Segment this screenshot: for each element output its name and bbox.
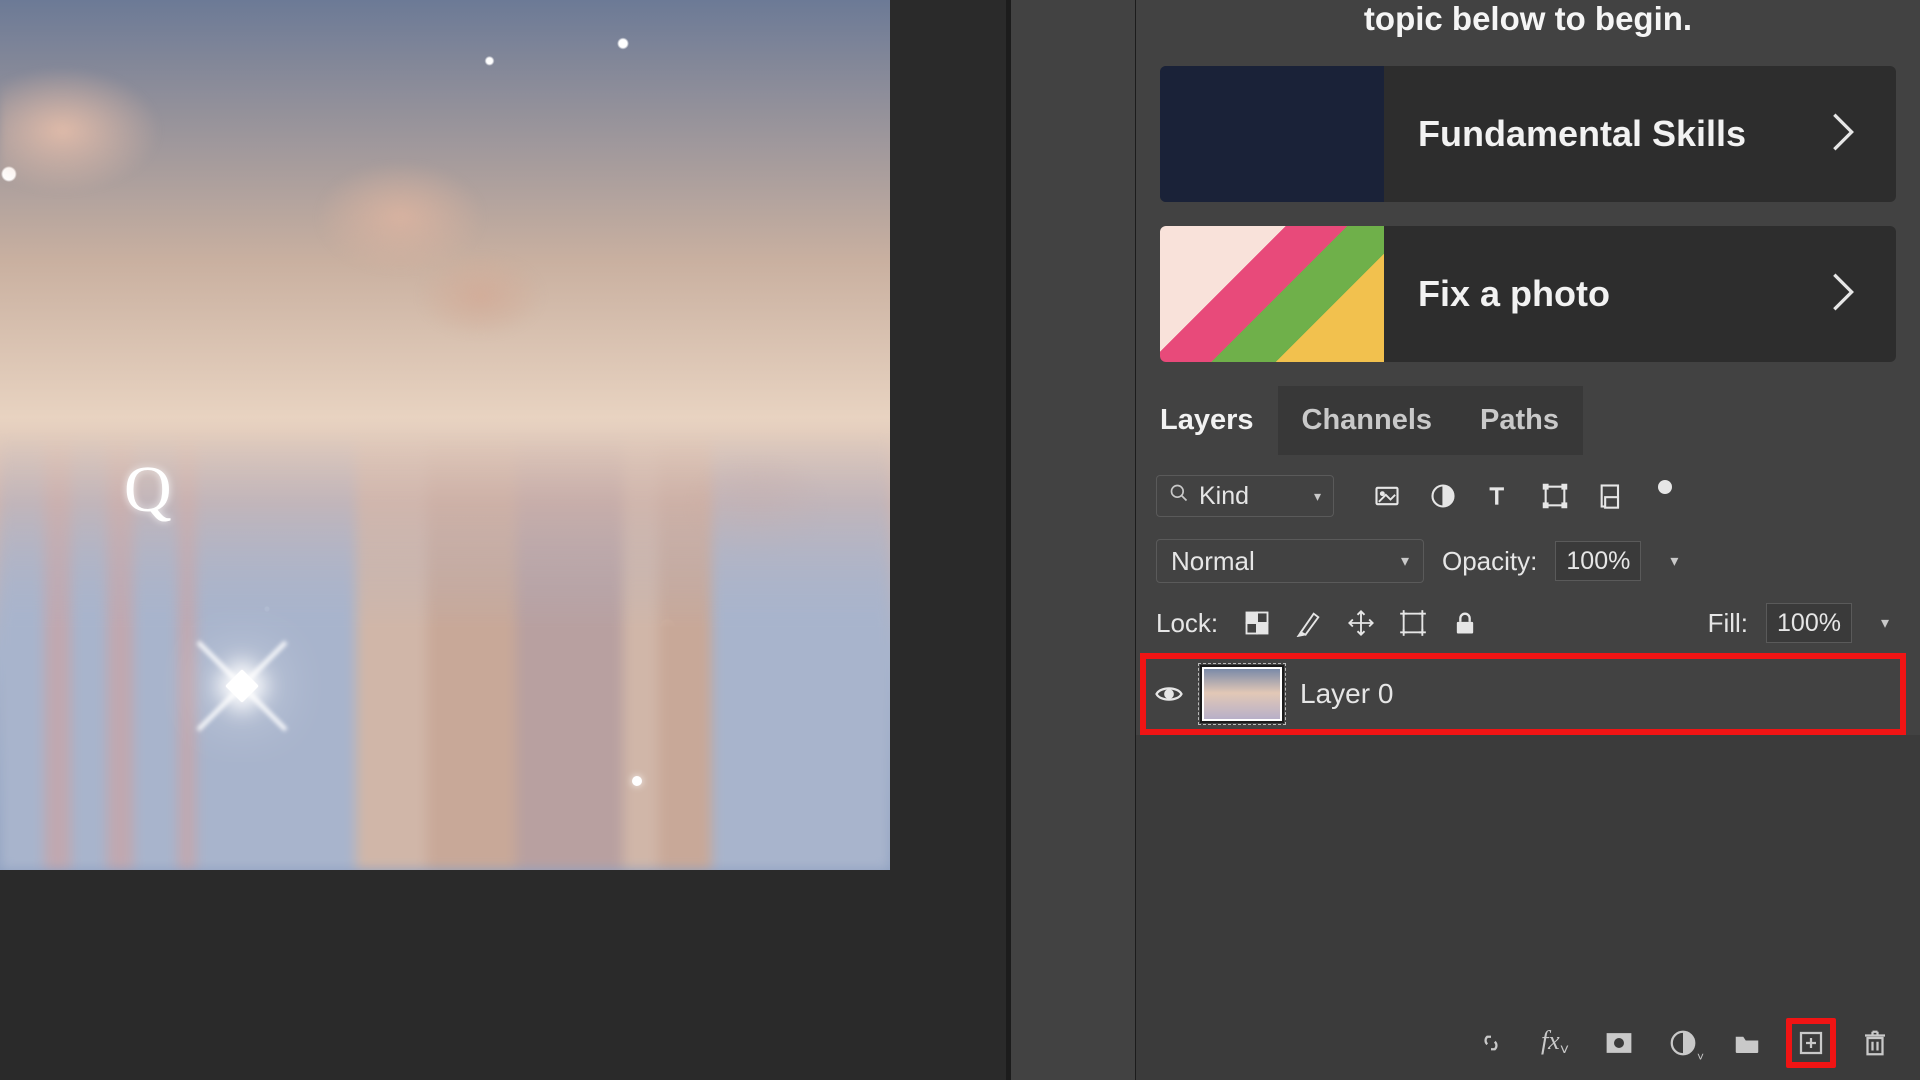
tutorial-card-label: Fundamental Skills xyxy=(1384,113,1790,155)
layer-thumbnail[interactable] xyxy=(1202,667,1282,721)
filter-adjustment-icon[interactable] xyxy=(1428,481,1458,511)
lock-label: Lock: xyxy=(1156,608,1218,639)
layers-bottom-bar: fx˅ ˅ xyxy=(1136,1012,1920,1080)
lock-artboard-icon[interactable] xyxy=(1398,608,1428,638)
layer-name[interactable]: Layer 0 xyxy=(1300,678,1393,710)
bokeh-dot xyxy=(632,776,642,786)
filter-indicator-dot xyxy=(1658,480,1672,494)
link-layers-icon[interactable] xyxy=(1474,1026,1508,1060)
filter-shape-icon[interactable] xyxy=(1540,481,1570,511)
tutorial-thumb xyxy=(1160,66,1384,202)
lock-pixels-icon[interactable] xyxy=(1294,608,1324,638)
new-layer-icon[interactable] xyxy=(1794,1026,1828,1060)
blend-mode-row: Normal ▾ Opacity: 100% ▾ xyxy=(1136,529,1920,593)
fill-label: Fill: xyxy=(1708,608,1748,639)
tutorial-card-fix-photo[interactable]: Fix a photo xyxy=(1160,226,1896,362)
app-root: Q topic below to begin. Fundamental Skil… xyxy=(0,0,1920,1080)
panel-tabs: Layers Channels Paths xyxy=(1136,386,1920,455)
layer-list: Layer 0 xyxy=(1136,653,1920,735)
filter-smartobject-icon[interactable] xyxy=(1596,481,1626,511)
tutorial-thumb xyxy=(1160,226,1384,362)
add-mask-icon[interactable] xyxy=(1602,1026,1636,1060)
blend-mode-select[interactable]: Normal ▾ xyxy=(1156,539,1424,583)
sparkle-icon xyxy=(225,669,259,703)
chevron-right-icon xyxy=(1790,110,1896,159)
layer-filter-row: Kind ▾ T xyxy=(1136,455,1920,529)
annotation-highlight-newlayer xyxy=(1786,1018,1836,1068)
panel-divider xyxy=(1006,0,1010,1080)
opacity-label: Opacity: xyxy=(1442,546,1537,577)
right-panel: topic below to begin. Fundamental Skills… xyxy=(1136,0,1920,1080)
tutorial-card-fundamental[interactable]: Fundamental Skills xyxy=(1160,66,1896,202)
chevron-down-icon[interactable]: ▾ xyxy=(1870,613,1900,633)
delete-layer-icon[interactable] xyxy=(1858,1026,1892,1060)
visibility-eye-icon[interactable] xyxy=(1154,679,1184,709)
layers-empty-area[interactable] xyxy=(1136,735,1920,1012)
chevron-right-icon xyxy=(1790,270,1896,319)
filter-type-icon[interactable]: T xyxy=(1484,481,1514,511)
new-group-icon[interactable] xyxy=(1730,1026,1764,1060)
lock-row: Lock: Fill: 100% ▾ xyxy=(1136,593,1920,653)
filter-kind-select[interactable]: Kind ▾ xyxy=(1156,475,1334,517)
lock-transparent-icon[interactable] xyxy=(1242,608,1272,638)
chevron-down-icon[interactable]: ▾ xyxy=(1659,551,1689,571)
fill-value[interactable]: 100% xyxy=(1766,603,1852,643)
lock-all-icon[interactable] xyxy=(1450,608,1480,638)
search-icon xyxy=(1169,483,1189,509)
layer-row-0[interactable]: Layer 0 xyxy=(1136,653,1920,735)
svg-text:T: T xyxy=(1490,483,1504,509)
chevron-down-icon: ▾ xyxy=(1401,551,1409,571)
canvas-letter-q: Q xyxy=(124,452,172,528)
chevron-down-icon: ▾ xyxy=(1314,488,1321,505)
layer-fx-icon[interactable]: fx˅ xyxy=(1538,1026,1572,1060)
canvas-pad-right xyxy=(890,0,1010,870)
blend-mode-value: Normal xyxy=(1171,546,1255,577)
tab-channels[interactable]: Channels xyxy=(1278,386,1457,455)
lock-position-icon[interactable] xyxy=(1346,608,1376,638)
canvas-area[interactable]: Q xyxy=(0,0,1010,1080)
adjustment-layer-icon[interactable]: ˅ xyxy=(1666,1026,1700,1060)
filter-pixel-icon[interactable] xyxy=(1372,481,1402,511)
tab-layers[interactable]: Layers xyxy=(1136,386,1278,455)
tutorial-header: topic below to begin. xyxy=(1136,0,1920,66)
tutorial-card-label: Fix a photo xyxy=(1384,273,1790,315)
tutorial-cards: Fundamental Skills Fix a photo xyxy=(1136,66,1920,386)
canvas-pad-bottom xyxy=(0,870,1010,1080)
panel-gutter xyxy=(1010,0,1136,1080)
filter-type-icons: T xyxy=(1372,480,1672,512)
tab-paths[interactable]: Paths xyxy=(1456,386,1583,455)
filter-kind-label: Kind xyxy=(1199,482,1249,511)
opacity-value[interactable]: 100% xyxy=(1555,541,1641,581)
